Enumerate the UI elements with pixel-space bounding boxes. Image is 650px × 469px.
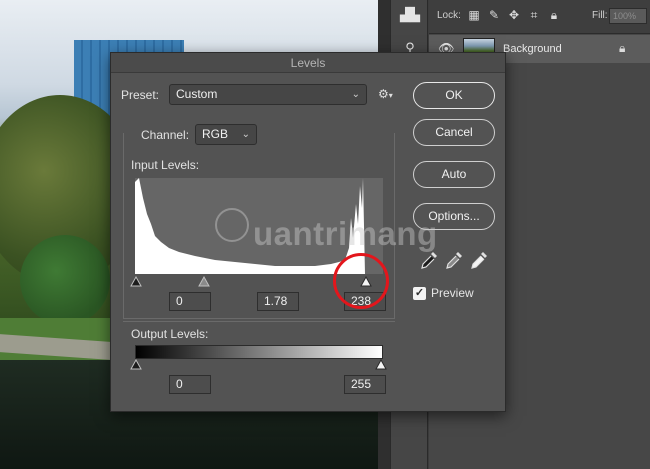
output-levels-label: Output Levels:: [131, 327, 209, 341]
dialog-title: Levels: [111, 53, 505, 73]
lock-artboard-icon[interactable]: ⌗: [527, 8, 541, 22]
levels-dialog: Levels Preset: Custom ⌄ ⚙▾ Channel: RGB …: [110, 52, 506, 412]
ok-button[interactable]: OK: [413, 82, 495, 109]
lock-icon: 🔒︎: [619, 41, 626, 55]
histogram-panel-icon[interactable]: ▟▙: [400, 7, 420, 23]
input-black-field[interactable]: 0: [169, 292, 211, 311]
layer-name: Background: [503, 43, 562, 55]
lock-label: Lock:: [437, 10, 461, 21]
input-gamma-field[interactable]: 1.78: [257, 292, 299, 311]
preview-checkbox[interactable]: ✓: [413, 287, 426, 300]
input-levels-label: Input Levels:: [131, 158, 200, 172]
lock-transparent-icon[interactable]: ▦: [467, 8, 481, 22]
output-white-field[interactable]: 255: [344, 375, 386, 394]
separator: [123, 321, 395, 322]
input-black-slider[interactable]: [130, 276, 142, 287]
output-black-field[interactable]: 0: [169, 375, 211, 394]
preset-value: Custom: [176, 87, 218, 101]
lock-position-icon[interactable]: ✥: [507, 8, 521, 22]
options-button[interactable]: Options...: [413, 203, 495, 230]
channel-label: Channel:: [138, 128, 193, 142]
channel-value: RGB: [202, 127, 229, 141]
white-point-eyedropper-icon[interactable]: [469, 250, 489, 270]
gear-icon[interactable]: ⚙▾: [378, 87, 393, 101]
preview-label: Preview: [431, 286, 474, 300]
preset-select[interactable]: Custom ⌄: [169, 84, 367, 105]
fill-input[interactable]: 100%: [609, 8, 647, 24]
auto-button[interactable]: Auto: [413, 161, 495, 188]
gray-point-eyedropper-icon[interactable]: [444, 250, 464, 270]
lock-all-icon[interactable]: 🔒︎: [547, 8, 561, 22]
black-point-eyedropper-icon[interactable]: [419, 250, 439, 270]
chevron-down-icon: ⌄: [241, 129, 250, 140]
output-gradient-bar: [135, 345, 383, 359]
lock-image-icon[interactable]: ✎: [487, 8, 501, 22]
output-black-slider[interactable]: [130, 359, 142, 370]
output-sliders: [130, 359, 387, 370]
input-gray-slider[interactable]: [198, 276, 210, 287]
highlight-circle: [333, 253, 389, 309]
channel-select[interactable]: RGB ⌄: [195, 124, 257, 145]
watermark-logo: [215, 208, 249, 242]
lock-row: Lock: ▦ ✎ ✥ ⌗ 🔒︎ Fill: 100%: [429, 0, 650, 34]
output-white-slider[interactable]: [375, 359, 387, 370]
fill-label: Fill:: [592, 10, 608, 21]
cancel-button[interactable]: Cancel: [413, 119, 495, 146]
photo-tree: [20, 235, 110, 325]
chevron-down-icon: ⌄: [351, 89, 360, 100]
preset-label: Preset:: [121, 88, 160, 102]
